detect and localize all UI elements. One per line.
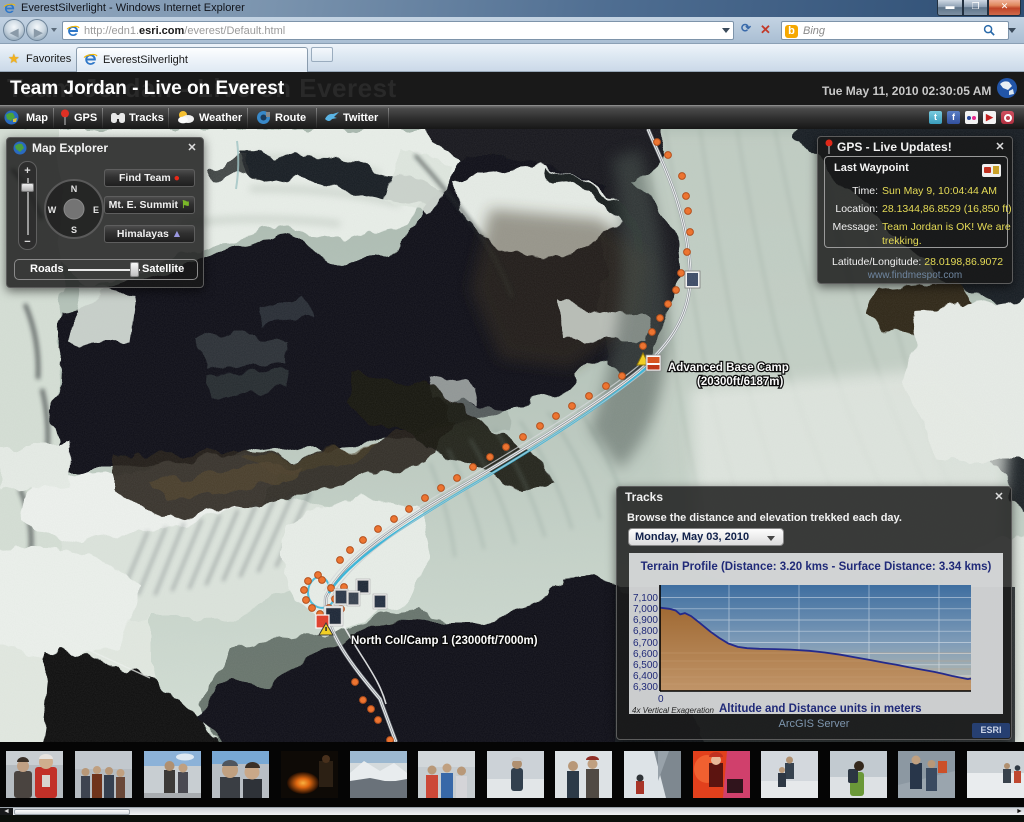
svg-text:6,900: 6,900 (633, 615, 658, 626)
svg-text:6,400: 6,400 (633, 671, 658, 682)
svg-text:6,500: 6,500 (633, 660, 658, 671)
svg-text:6,600: 6,600 (633, 649, 658, 660)
svg-text:7,000: 7,000 (633, 604, 658, 615)
svg-text:0: 0 (658, 694, 664, 705)
svg-text:7,100: 7,100 (633, 593, 658, 604)
svg-text:N: N (71, 184, 78, 194)
svg-text:E: E (93, 205, 99, 215)
svg-text:6,800: 6,800 (633, 626, 658, 637)
svg-text:6,700: 6,700 (633, 638, 658, 649)
svg-text:6,300: 6,300 (633, 682, 658, 693)
svg-text:W: W (48, 205, 57, 215)
svg-text:S: S (71, 225, 77, 235)
